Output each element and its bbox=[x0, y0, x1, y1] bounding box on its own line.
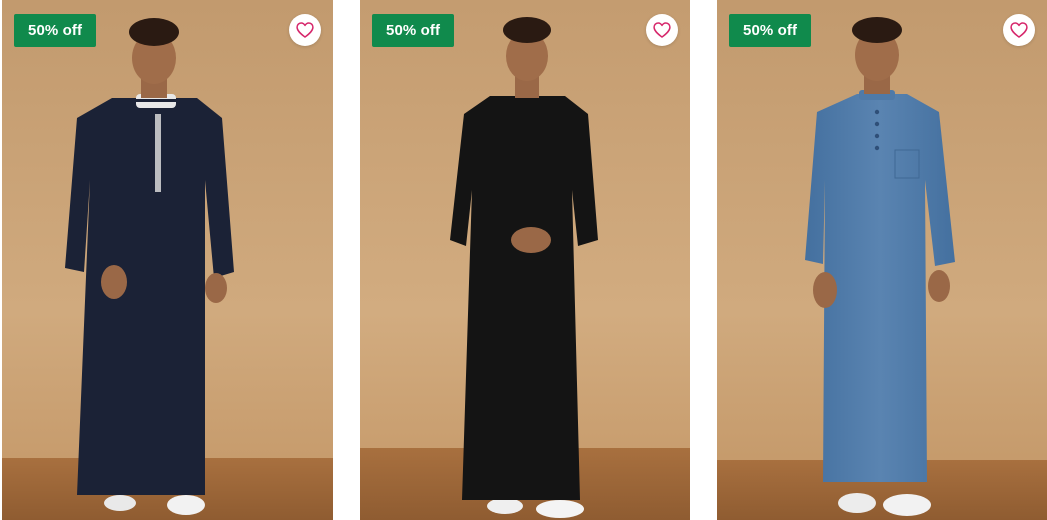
wishlist-button[interactable] bbox=[289, 14, 321, 46]
discount-badge: 50% off bbox=[729, 14, 812, 47]
product-grid: 50% off 50% off 50% off bbox=[0, 0, 1047, 520]
wishlist-button[interactable] bbox=[1003, 14, 1035, 46]
heart-outline-icon bbox=[1010, 22, 1028, 38]
product-card[interactable]: 50% off bbox=[2, 0, 333, 520]
discount-badge: 50% off bbox=[14, 14, 97, 47]
product-image[interactable] bbox=[2, 0, 333, 520]
product-image[interactable] bbox=[360, 0, 690, 520]
wishlist-button[interactable] bbox=[646, 14, 678, 46]
heart-outline-icon bbox=[296, 22, 314, 38]
heart-outline-icon bbox=[653, 22, 671, 38]
product-card[interactable]: 50% off bbox=[717, 0, 1047, 520]
product-image[interactable] bbox=[717, 0, 1047, 520]
discount-badge: 50% off bbox=[372, 14, 455, 47]
product-card[interactable]: 50% off bbox=[360, 0, 690, 520]
